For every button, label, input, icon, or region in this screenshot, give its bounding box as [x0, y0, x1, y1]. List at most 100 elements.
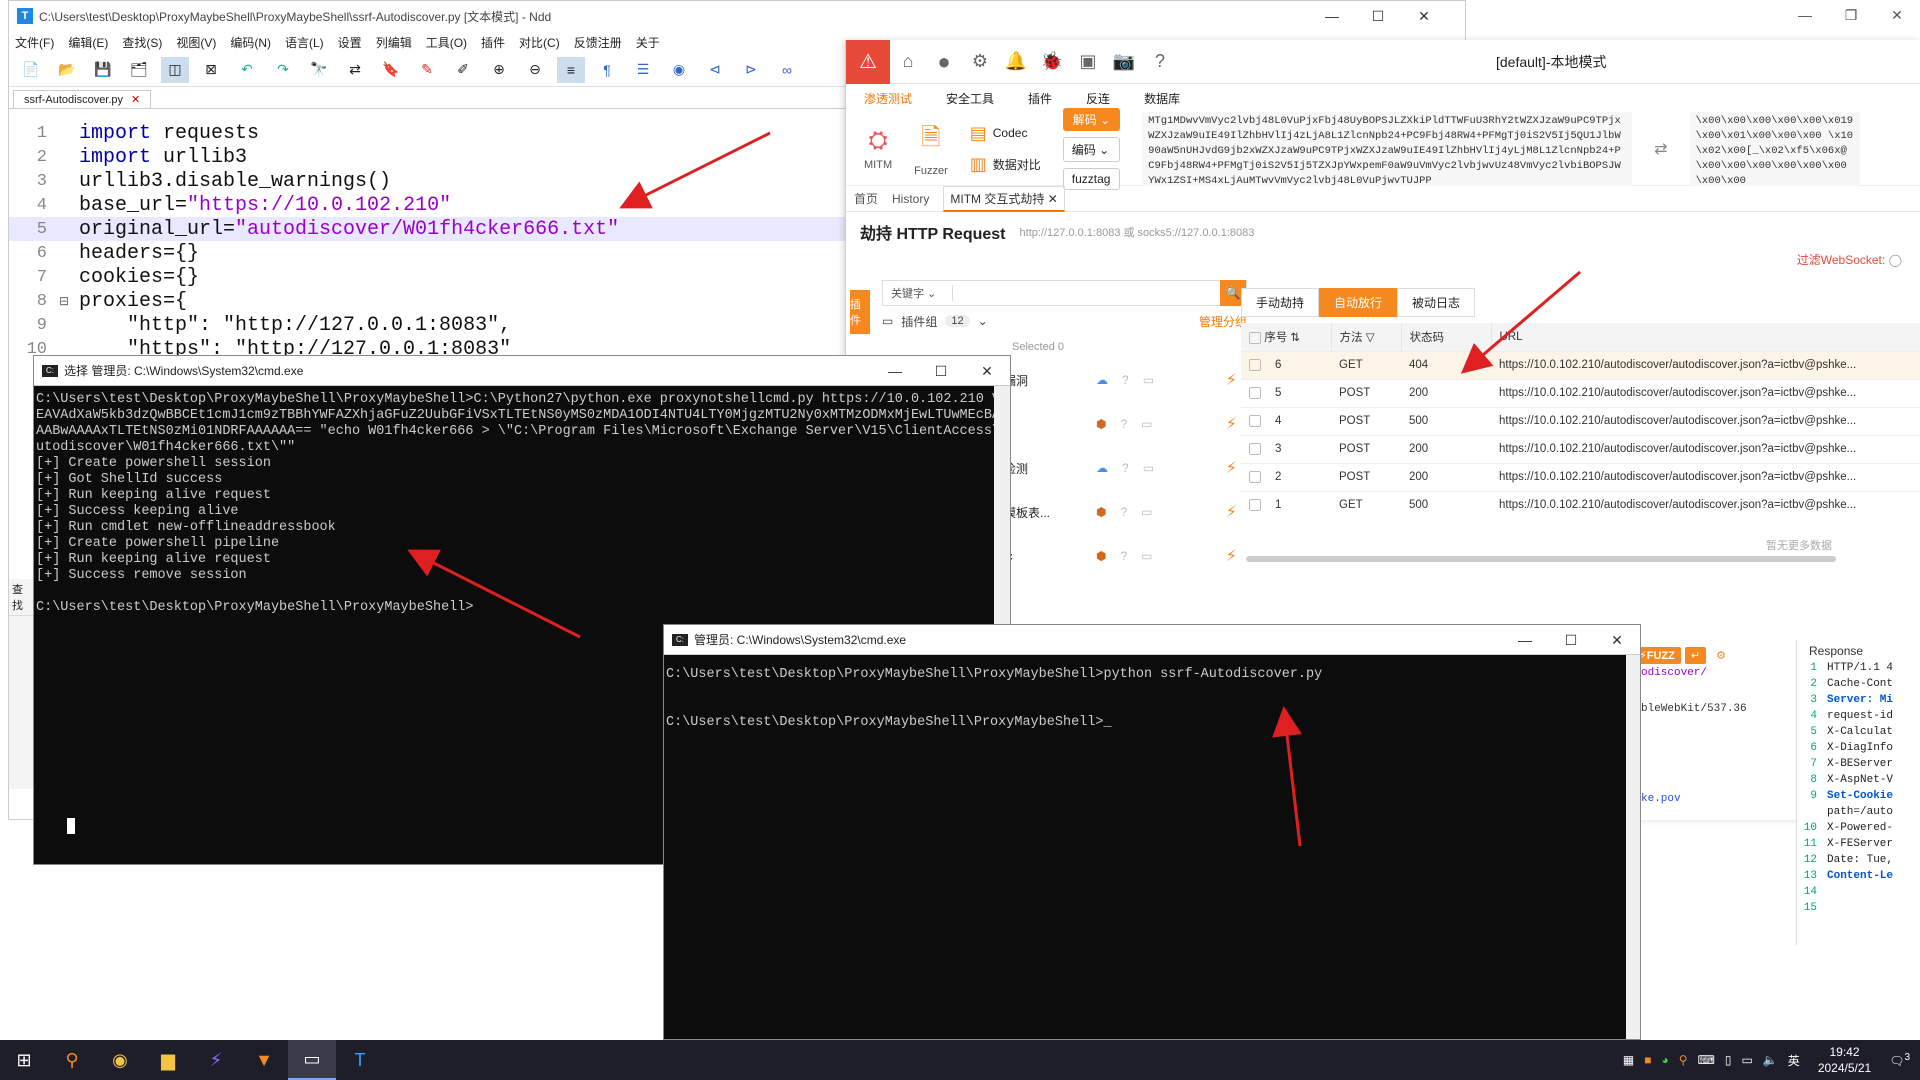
- cmd2-titlebar[interactable]: C: 管理员: C:\Windows\System32\cmd.exe — ☐ …: [664, 625, 1640, 655]
- marker-icon[interactable]: ✎: [413, 57, 441, 83]
- run-icon[interactable]: ⚡: [1226, 502, 1237, 522]
- edit-icon[interactable]: ▭: [1143, 373, 1154, 387]
- edit-icon[interactable]: ▭: [1141, 417, 1152, 431]
- save-icon[interactable]: 💾: [89, 57, 117, 83]
- help-icon[interactable]: ?: [1120, 549, 1127, 563]
- tray-icon[interactable]: ◕: [1662, 1053, 1669, 1067]
- file-tab[interactable]: ssrf-Autodiscover.py ✕: [13, 90, 152, 108]
- code-line[interactable]: 9 "http": "http://127.0.0.1:8083",: [9, 313, 849, 337]
- minimize-button[interactable]: —: [1309, 1, 1355, 31]
- bug-icon[interactable]: 🐞: [1034, 51, 1070, 72]
- record-icon[interactable]: ◉: [665, 57, 693, 83]
- codec-module[interactable]: ▤ Codec: [970, 123, 1041, 144]
- cmd1-titlebar[interactable]: C: 选择 管理员: C:\Windows\System32\cmd.exe —…: [34, 356, 1010, 386]
- edit-icon[interactable]: ▭: [1141, 549, 1152, 563]
- fuzztag-button[interactable]: fuzztag: [1062, 167, 1121, 190]
- start-icon[interactable]: ⊞: [0, 1040, 48, 1080]
- decode-button[interactable]: 解码 ⌄: [1062, 107, 1121, 131]
- close-tab-icon[interactable]: ✕: [131, 93, 140, 106]
- keyword-select[interactable]: 关键字 ⌄: [883, 285, 953, 301]
- loop-icon[interactable]: ∞: [773, 57, 801, 83]
- cmd1-maximize-button[interactable]: ☐: [918, 356, 964, 386]
- close-button[interactable]: ✕: [1401, 1, 1447, 31]
- menu-item[interactable]: 编码(N): [230, 34, 271, 51]
- row-checkbox[interactable]: [1249, 358, 1261, 371]
- table-scrollbar[interactable]: [1246, 556, 1836, 562]
- yakit-icon[interactable]: ▼: [240, 1040, 288, 1080]
- search-icon[interactable]: ⚲: [48, 1040, 96, 1080]
- bell-icon[interactable]: 🔔: [998, 51, 1034, 72]
- menu-item[interactable]: 视图(V): [176, 34, 216, 51]
- run-icon[interactable]: ⚡: [1226, 370, 1237, 390]
- code-line[interactable]: 6 headers={}: [9, 241, 849, 265]
- codec-output[interactable]: \x00\x00\x00\x00\x00\x019\x00\x01\x00\x0…: [1689, 111, 1860, 186]
- indent-guide-icon[interactable]: ☰: [629, 57, 657, 83]
- run-icon[interactable]: ⚡: [1226, 414, 1237, 434]
- help-icon[interactable]: ?: [1120, 505, 1127, 519]
- row-checkbox[interactable]: [1249, 442, 1261, 455]
- code-line[interactable]: 1 import requests: [9, 121, 849, 145]
- row-checkbox[interactable]: [1249, 386, 1261, 399]
- tool-restore-button[interactable]: ❐: [1828, 0, 1874, 30]
- wrap-icon[interactable]: ≡: [557, 56, 585, 83]
- cmd2-close-button[interactable]: ✕: [1594, 625, 1640, 655]
- code-line[interactable]: 7 cookies={}: [9, 265, 849, 289]
- cmd1-minimize-button[interactable]: —: [872, 356, 918, 386]
- home-icon[interactable]: ⌂: [890, 51, 926, 72]
- col-url[interactable]: URL: [1491, 323, 1920, 351]
- zoom-out-icon[interactable]: ⊖: [521, 57, 549, 83]
- select-all-checkbox[interactable]: [1249, 331, 1261, 344]
- chevron-down-icon[interactable]: ⌄: [978, 314, 988, 328]
- menu-item[interactable]: 列编辑: [376, 34, 412, 51]
- diff-module[interactable]: ▥ 数据对比: [970, 154, 1041, 175]
- menu-item[interactable]: 工具(O): [426, 34, 467, 51]
- bookmark-icon[interactable]: 🔖: [377, 57, 405, 83]
- help-icon[interactable]: ?: [1122, 373, 1129, 387]
- ime-indicator[interactable]: 英: [1788, 1052, 1800, 1069]
- menu-item[interactable]: 反馈注册: [574, 34, 622, 51]
- menu-item[interactable]: 文件(F): [15, 34, 54, 51]
- sort-icon[interactable]: ⇅: [1290, 332, 1300, 344]
- encode-button[interactable]: 编码 ⌄: [1062, 136, 1121, 162]
- warning-icon[interactable]: ⚠: [846, 39, 890, 84]
- nav-item[interactable]: 安全工具: [946, 90, 994, 107]
- new-file-icon[interactable]: 📄: [17, 57, 45, 83]
- gear-icon[interactable]: ⚙: [1710, 647, 1732, 664]
- menu-item[interactable]: 语言(L): [285, 34, 324, 51]
- tab-mitm[interactable]: MITM 交互式劫持 ✕: [943, 185, 1065, 212]
- response-editor[interactable]: 1 HTTP/1.1 4 2 Cache-Cont 3 Server: Mi 4 reques…: [1797, 662, 1920, 918]
- tool-minimize-button[interactable]: —: [1782, 0, 1828, 30]
- cmd2-maximize-button[interactable]: ☐: [1548, 625, 1594, 655]
- edit-icon[interactable]: ▭: [1141, 505, 1152, 519]
- fold-icon[interactable]: ⊟: [59, 294, 79, 308]
- websocket-toggle[interactable]: ◯: [1889, 253, 1902, 267]
- send-icon[interactable]: ↵: [1684, 646, 1707, 664]
- fuzzer-module[interactable]: 🗎 Fuzzer: [914, 120, 948, 177]
- menu-item[interactable]: 编辑(E): [68, 34, 108, 51]
- plugin-group-label[interactable]: 插件组: [901, 313, 937, 330]
- menu-item[interactable]: 设置: [338, 34, 362, 51]
- table-row[interactable]: 5 POST 200 https://10.0.102.210/autodiscove…: [1241, 378, 1920, 407]
- codec-input[interactable]: MTg1MDwvVmVyc2lvbj48L0VuPjxFbj48UyBOPSJL…: [1142, 111, 1633, 186]
- swap-icon[interactable]: ⇄: [1654, 139, 1667, 159]
- manage-group-link[interactable]: 管理分组: [1199, 313, 1247, 330]
- code-line[interactable]: 8 ⊟ proxies={: [9, 289, 849, 313]
- run-icon[interactable]: ⚡: [1226, 546, 1237, 566]
- cmd2-output[interactable]: C:\Users\test\Desktop\ProxyMaybeShell\Pr…: [664, 655, 1640, 737]
- code-line[interactable]: 2 import urllib3: [9, 145, 849, 169]
- tray-icon[interactable]: ▦: [1623, 1053, 1634, 1067]
- menu-item[interactable]: 对比(C): [519, 34, 560, 51]
- edit-icon[interactable]: ▭: [1143, 461, 1154, 475]
- menu-item[interactable]: 关于: [636, 34, 660, 51]
- table-row[interactable]: 2 POST 200 https://10.0.102.210/autodiscove…: [1241, 462, 1920, 491]
- table-row[interactable]: 3 POST 200 https://10.0.102.210/autodiscove…: [1241, 434, 1920, 463]
- nav-item[interactable]: 渗透测试: [864, 90, 912, 107]
- code-line[interactable]: 4 base_url="https://10.0.102.210": [9, 193, 849, 217]
- app-icon[interactable]: ⚡: [192, 1040, 240, 1080]
- close-tab-icon[interactable]: ✕: [1048, 192, 1058, 206]
- terminal-icon[interactable]: ▣: [1070, 51, 1106, 72]
- explorer-icon[interactable]: ▆: [144, 1040, 192, 1080]
- help-icon[interactable]: ?: [1122, 461, 1129, 475]
- clear-mark-icon[interactable]: ✐: [449, 57, 477, 83]
- replace-icon[interactable]: ⇄: [341, 57, 369, 83]
